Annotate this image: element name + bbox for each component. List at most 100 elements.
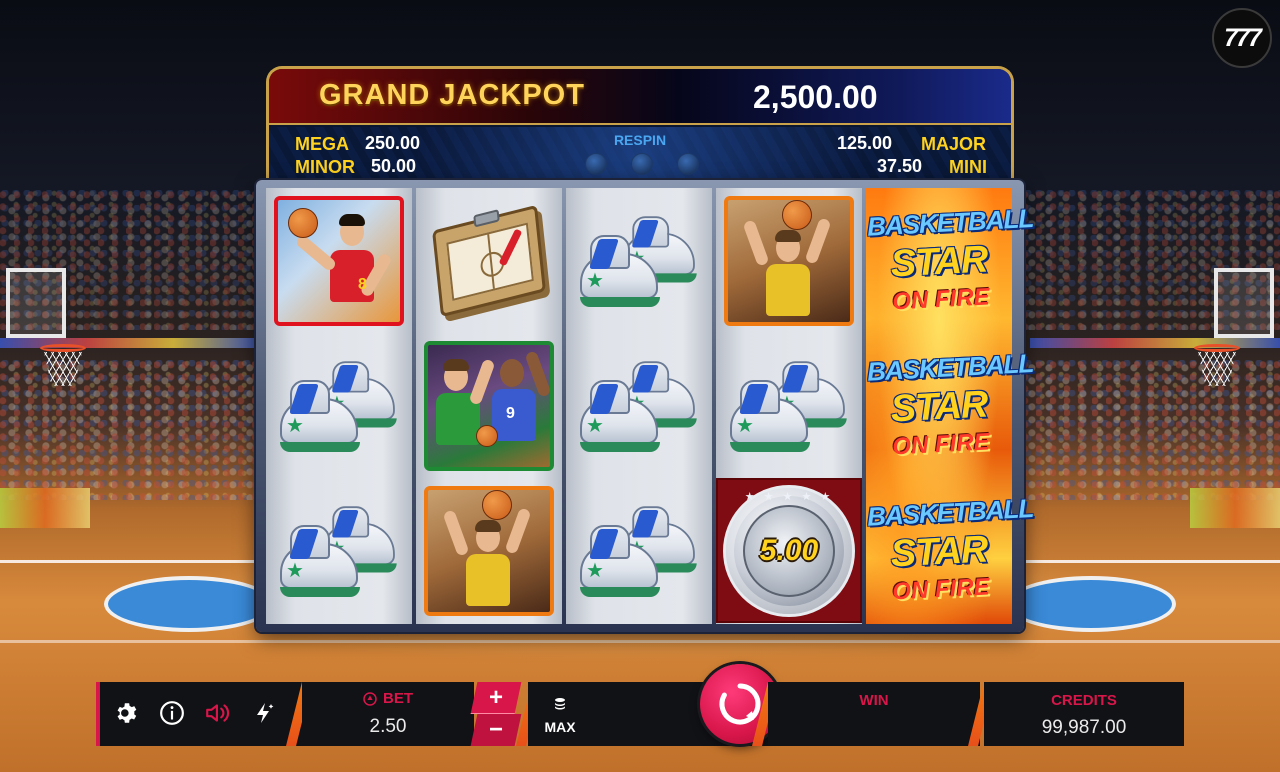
plus-icon: + [489,683,504,711]
reel-cell: 9 [416,333,562,478]
sneakers-symbol: ★ ★ [280,503,398,599]
bet-label: BET [383,690,413,707]
reel-cell: ★ ★ ★ ★ ★ 5.00 [716,478,862,623]
credits-value: 99,987.00 [1041,717,1127,738]
wild-logo-line2: STAR [889,382,989,430]
reel-1: 8 ★ ★ ★ ★ [266,188,412,624]
player-shoot-symbol [724,195,854,326]
court-line [0,640,1280,643]
grand-jackpot-row: GRAND JACKPOT 2,500.00 [269,69,1011,125]
info-button[interactable] [157,698,187,728]
jersey-number: 9 [506,404,515,422]
spin-arrow-icon [719,683,761,725]
credits-segment: CREDITS 99,987.00 [984,682,1184,746]
info-icon [160,701,184,725]
lightning-icon [257,703,274,723]
reel-5-wild: BASKETBALL STAR ON FIRE BASKETBALL STAR … [866,188,1034,624]
reel-cell [416,188,562,333]
bet-segment: BET 2.50 [302,682,474,746]
respin-indicator [585,153,607,175]
wild-logo-line3: ON FIRE [891,427,991,460]
ad-board-right [1190,488,1280,528]
wild-logo-line1: BASKETBALL [866,492,1034,532]
coin-stack-icon [555,698,565,710]
reel-cell: BASKETBALL STAR ON FIRE [866,478,1034,623]
reel-2: 9 [416,188,562,624]
jackpot-panel: GRAND JACKPOT 2,500.00 MEGA 250.00 MINOR… [266,66,1014,190]
wild-logo-symbol: BASKETBALL STAR ON FIRE [866,347,1034,462]
reel-3: ★ ★ ★ ★ ★ ★ [566,188,712,624]
sneakers-symbol: ★ ★ [730,358,848,454]
coin-stars-icon: ★ ★ ★ ★ ★ [744,490,834,503]
respin-indicator [631,153,653,175]
players-duel-symbol: 9 [424,340,554,471]
tools-segment [96,682,306,746]
court-circle-right [1006,576,1176,632]
reel-cell: ★ ★ [266,333,412,478]
reel-cell: BASKETBALL STAR ON FIRE [866,333,1034,478]
jersey-number: 8 [358,275,367,293]
mini-jackpot-value: 37.50 [877,156,923,176]
turbo-button[interactable] [249,698,279,728]
reel-cell: ★ ★ [716,333,862,478]
bet-adjust-segment: + − [470,682,522,746]
reel-cell: BASKETBALL STAR ON FIRE [866,188,1034,333]
sneakers-symbol: ★ ★ [580,358,698,454]
wild-logo-symbol: BASKETBALL STAR ON FIRE [866,492,1034,607]
minor-jackpot-label: MINOR [295,157,355,177]
bonus-coin-symbol: ★ ★ ★ ★ ★ 5.00 [723,484,855,617]
speaker-icon [206,704,230,722]
respin-label: RESPIN [613,132,667,148]
reel-cell: ★ ★ [566,188,712,333]
reels-grid: 8 ★ ★ ★ ★ [266,188,1034,624]
bet-value: 2.50 [369,716,407,737]
major-jackpot-label: MAJOR [921,134,987,154]
reel-cell [716,188,862,333]
reel-cell: 8 [266,188,412,333]
brand-logo[interactable]: 777 [1212,8,1272,68]
sneakers-symbol: ★ ★ [580,503,698,599]
wild-logo-line2: STAR [889,527,989,575]
grand-jackpot-label: GRAND JACKPOT [319,79,585,111]
control-bar: BET 2.50 + − MAX WIN CREDITS 99,987.00 [96,664,1184,746]
tactics-clipboard-symbol [432,204,546,317]
reel-cell: ★ ★ [266,478,412,623]
reel-cell: ★ ★ [566,333,712,478]
minus-icon: − [488,716,503,743]
wild-logo-line2: STAR [889,237,989,285]
max-label: MAX [544,719,576,735]
reel-4: ★ ★ ★ ★ ★ ★ ★ 5.00 [716,188,862,624]
credits-label: CREDITS [1051,692,1117,709]
mini-jackpot-label: MINI [949,157,987,177]
grand-jackpot-value: 2,500.00 [753,79,878,115]
chip-icon [363,691,377,706]
basketball-hoop-left [6,268,86,388]
reel-frame: 8 ★ ★ ★ ★ [256,180,1034,632]
sound-button[interactable] [203,698,233,728]
wild-logo-line3: ON FIRE [891,572,991,605]
ad-board-left [0,488,90,528]
player-dunk-symbol: 8 [274,195,404,326]
court-circle-left [104,576,274,632]
wild-logo-line1: BASKETBALL [866,347,1034,387]
reel-cell [416,478,562,623]
basketball-hoop-right [1194,268,1274,388]
wild-logo-symbol: BASKETBALL STAR ON FIRE [866,202,1034,317]
wild-logo-line1: BASKETBALL [866,202,1034,242]
increase-bet-button[interactable]: + [470,682,522,714]
bet-label-row: BET [302,690,474,710]
wild-logo-line3: ON FIRE [891,282,991,315]
coin-value: 5.00 [759,533,819,567]
respin-indicator [677,153,699,175]
sneakers-symbol: ★ ★ [280,358,398,454]
major-jackpot-value: 125.00 [837,133,893,153]
minor-jackpot-value: 50.00 [371,156,417,176]
gear-icon [117,703,137,723]
player-shoot-symbol [424,485,554,616]
spin-segment: MAX [528,664,835,746]
win-label: WIN [859,692,889,709]
reel-cell: ★ ★ [566,478,712,623]
decrease-bet-button[interactable]: − [470,714,522,746]
settings-button[interactable] [112,698,142,728]
max-bet-button[interactable]: MAX [538,696,582,736]
